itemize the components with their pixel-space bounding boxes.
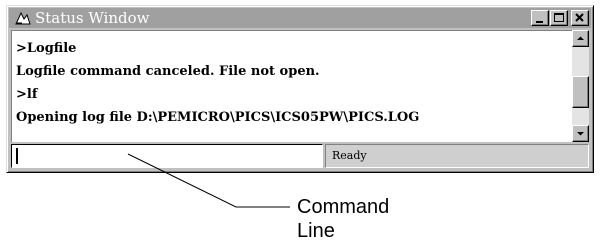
callout-label-line1: Command <box>297 196 390 218</box>
callout-label-line2: Line <box>297 220 335 242</box>
callout-label: Command Line <box>297 195 457 243</box>
